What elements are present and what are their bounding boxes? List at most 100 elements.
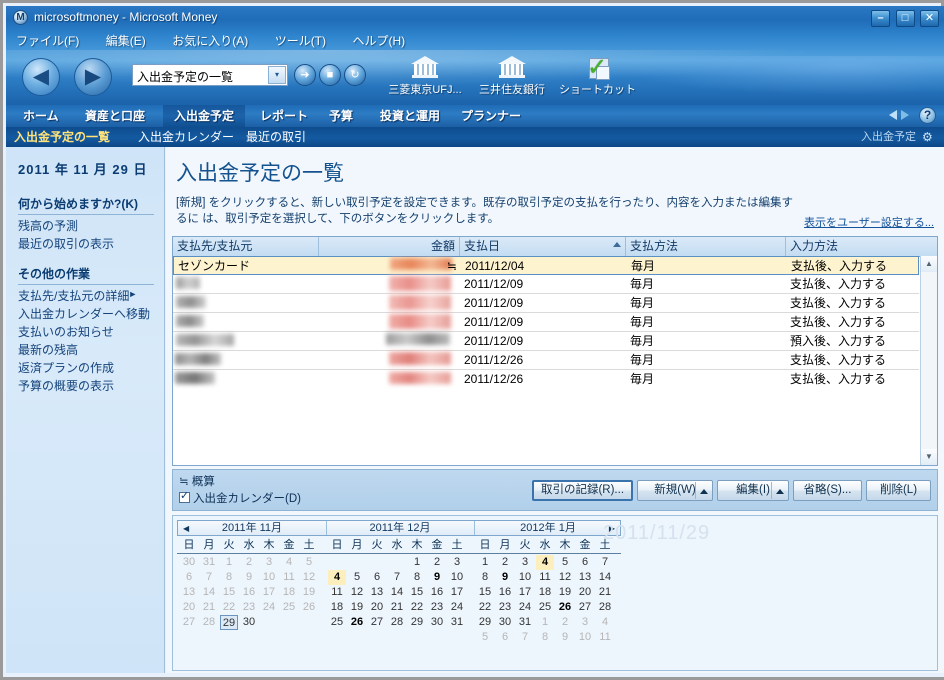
calendar-day[interactable]: 23	[428, 600, 446, 615]
switch-view-icon[interactable]	[888, 109, 909, 123]
calendar-day[interactable]: 8	[408, 570, 426, 585]
calendar-day[interactable]: 14	[200, 585, 218, 600]
sidebar-item-forecast-balance[interactable]: 残高の予測	[18, 217, 78, 234]
forward-button[interactable]: ▶	[74, 58, 112, 96]
calendar-day[interactable]: 21	[200, 600, 218, 615]
calendar-day[interactable]: 27	[368, 615, 386, 630]
nav-tab-accounts[interactable]: 資産と口座	[74, 105, 156, 127]
calendar-day[interactable]: 16	[240, 585, 258, 600]
calendar-day[interactable]: 28	[596, 600, 614, 615]
calendar-day[interactable]: 20	[180, 600, 198, 615]
calendar-day[interactable]: 12	[348, 585, 366, 600]
calendar-day[interactable]: 2	[496, 555, 514, 570]
sidebar-item-goto-calendar[interactable]: 入出金カレンダーへ移動	[18, 305, 150, 322]
calendar-day[interactable]: 14	[388, 585, 406, 600]
calendar-day[interactable]: 22	[220, 600, 238, 615]
calendar-day[interactable]: 2	[556, 615, 574, 630]
calendar-day[interactable]: 18	[536, 585, 554, 600]
gear-icon[interactable]: ⚙	[922, 130, 938, 144]
calendar-day[interactable]: 4	[280, 555, 298, 570]
customize-view-link[interactable]: 表示をユーザー設定する...	[804, 214, 934, 230]
calendar-day[interactable]: 19	[300, 585, 318, 600]
calendar-day[interactable]: 17	[516, 585, 534, 600]
calendar-day[interactable]: 9	[496, 570, 514, 585]
calendar-day[interactable]: 25	[280, 600, 298, 615]
table-row[interactable]: 2011/12/26 毎月 支払後、入力する	[173, 370, 919, 389]
column-header-payee[interactable]: 支払先/支払元	[173, 237, 319, 256]
subnav-item-bill-list[interactable]: 入出金予定の一覧	[14, 127, 110, 147]
nav-tab-bills[interactable]: 入出金予定	[163, 105, 246, 127]
calendar-day[interactable]: 23	[496, 600, 514, 615]
calendar-day[interactable]: 1	[220, 555, 238, 570]
calendar-day[interactable]: 2	[240, 555, 258, 570]
table-row[interactable]: 2011/12/09 毎月 支払後、入力する	[173, 313, 919, 332]
calendar-day[interactable]: 24	[260, 600, 278, 615]
calendar-day[interactable]: 29	[408, 615, 426, 630]
calendar-day[interactable]: 29	[476, 615, 494, 630]
calendar-day[interactable]: 7	[388, 570, 406, 585]
column-header-date[interactable]: 支払日	[460, 237, 626, 256]
calendar-day[interactable]: 18	[280, 585, 298, 600]
sidebar-item-payment-alerts[interactable]: 支払いのお知らせ	[18, 323, 114, 340]
refresh-button[interactable]: ↻	[344, 64, 366, 86]
calendar-day[interactable]: 17	[448, 585, 466, 600]
record-transaction-button[interactable]: 取引の記録(R)...	[532, 480, 633, 501]
sidebar-item-budget-summary[interactable]: 予算の概要の表示	[18, 377, 114, 394]
help-icon[interactable]: ?	[919, 107, 936, 124]
calendar-day[interactable]: 8	[476, 570, 494, 585]
back-button[interactable]: ◀	[22, 58, 60, 96]
menu-item-favorites[interactable]: お気に入り(A)	[172, 32, 248, 49]
calendar-day[interactable]: 30	[180, 555, 198, 570]
new-button[interactable]: 新規(W)	[637, 480, 713, 501]
calendar-day[interactable]: 1	[476, 555, 494, 570]
edit-button[interactable]: 編集(I)	[717, 480, 789, 501]
grid-vertical-scrollbar[interactable]: ▲ ▼	[920, 256, 937, 465]
calendar-day[interactable]: 23	[240, 600, 258, 615]
calendar-day[interactable]: 24	[516, 600, 534, 615]
nav-tab-home[interactable]: ホーム	[12, 105, 70, 127]
show-calendar-checkbox-row[interactable]: 入出金カレンダー(D)	[179, 489, 301, 506]
calendar-day[interactable]: 19	[348, 600, 366, 615]
calendar-day[interactable]: 5	[300, 555, 318, 570]
menu-item-tools[interactable]: ツール(T)	[275, 32, 326, 49]
nav-tab-planner[interactable]: プランナー	[450, 105, 532, 127]
minimize-button[interactable]: –	[871, 10, 891, 27]
table-row[interactable]: 2011/12/09 毎月 預入後、入力する	[173, 332, 919, 351]
calendar-day[interactable]: 16	[496, 585, 514, 600]
calendar-day[interactable]: 26	[556, 600, 574, 615]
calendar-day[interactable]: 31	[448, 615, 466, 630]
menu-item-help[interactable]: ヘルプ(H)	[352, 32, 405, 49]
calendar-day[interactable]: 15	[476, 585, 494, 600]
calendar-day[interactable]: 1	[536, 615, 554, 630]
sidebar-item-recent-transactions[interactable]: 最近の取引の表示	[18, 235, 114, 252]
chevron-down-icon[interactable]	[776, 489, 784, 494]
calendar-day[interactable]: 11	[328, 585, 346, 600]
show-calendar-checkbox[interactable]	[179, 489, 190, 503]
calendar-day[interactable]: 20	[576, 585, 594, 600]
calendar-day[interactable]: 13	[576, 570, 594, 585]
go-button[interactable]: ➜	[294, 64, 316, 86]
calendar-day[interactable]: 27	[180, 615, 198, 630]
calendar-day[interactable]: 31	[200, 555, 218, 570]
calendar-day[interactable]: 19	[556, 585, 574, 600]
chevron-down-icon[interactable]	[700, 489, 708, 494]
calendar-day[interactable]: 1	[408, 555, 426, 570]
calendar-day[interactable]: 4	[328, 570, 346, 585]
calendar-day[interactable]: 13	[180, 585, 198, 600]
skip-button[interactable]: 省略(S)...	[793, 480, 862, 501]
calendar-day[interactable]: 10	[260, 570, 278, 585]
calendar-day[interactable]: 4	[596, 615, 614, 630]
calendar-day[interactable]: 5	[556, 555, 574, 570]
calendar-day[interactable]: 9	[428, 570, 446, 585]
calendar-day[interactable]: 20	[368, 600, 386, 615]
calendar-day[interactable]: 22	[408, 600, 426, 615]
calendar-day[interactable]: 28	[388, 615, 406, 630]
menu-item-edit[interactable]: 編集(E)	[106, 32, 146, 49]
calendar-day[interactable]: 10	[576, 630, 594, 645]
calendar-day[interactable]: 26	[348, 615, 366, 630]
sidebar-item-latest-balance[interactable]: 最新の残高	[18, 341, 78, 358]
calendar-day[interactable]: 18	[328, 600, 346, 615]
shortcut-mufg[interactable]: 三菱東京UFJ...	[386, 54, 464, 97]
calendar-day[interactable]: 17	[260, 585, 278, 600]
calendar-day[interactable]: 30	[240, 615, 258, 630]
